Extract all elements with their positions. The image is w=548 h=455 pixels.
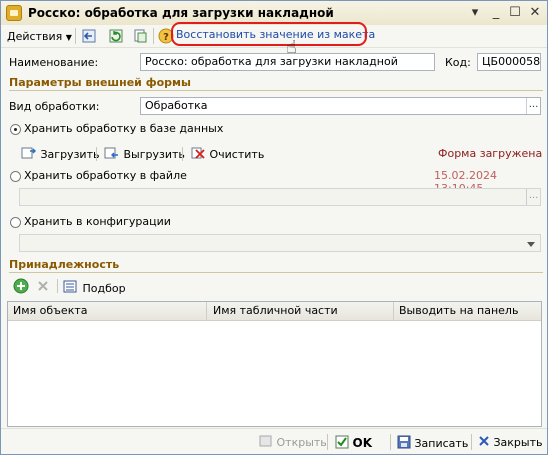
column-header-show-panel[interactable]: Выводить на панель: [399, 304, 518, 317]
footer-separator: [390, 434, 391, 450]
form-status: Форма загружена: [438, 147, 543, 160]
column-header-object-name[interactable]: Имя объекта: [13, 304, 88, 317]
ok-label: OK: [352, 436, 373, 450]
open-icon: [259, 435, 272, 447]
close-icon: [479, 436, 489, 446]
processing-type-label: Вид обработки:: [9, 100, 100, 113]
add-icon[interactable]: [13, 278, 29, 294]
unload-button[interactable]: Выгрузить: [104, 146, 185, 161]
clear-button[interactable]: Очистить: [190, 146, 264, 161]
params-section-title: Параметры внешней формы: [9, 76, 191, 89]
unload-icon: [104, 147, 118, 159]
affiliation-section-title: Принадлежность: [9, 258, 120, 271]
save-icon: [397, 435, 411, 449]
ok-button[interactable]: OK: [335, 435, 372, 450]
button-separator: [182, 147, 183, 161]
processing-type-field[interactable]: Обработка ...: [140, 97, 541, 115]
ok-icon: [335, 435, 349, 449]
close-label: Закрыть: [493, 436, 543, 449]
footer-bar: Открыть OK Записать Закрыть: [1, 428, 547, 454]
close-window-button[interactable]: ✕: [527, 5, 543, 21]
store-db-label: Хранить обработку в базе данных: [24, 122, 224, 135]
store-file-label: Хранить обработку в файле: [24, 169, 187, 182]
name-field[interactable]: Росско: обработка для загрузки накладной: [140, 53, 435, 71]
name-label: Наименование:: [9, 56, 99, 69]
open-button[interactable]: Открыть: [259, 435, 327, 449]
highlight-annotation: [171, 22, 367, 46]
actions-menu[interactable]: Действия ▼: [7, 30, 72, 43]
actions-label: Действия: [7, 30, 63, 43]
delete-icon[interactable]: [36, 279, 50, 293]
open-label: Открыть: [276, 436, 327, 449]
clear-icon: [191, 147, 205, 159]
refresh-icon[interactable]: [108, 28, 124, 44]
button-separator: [57, 279, 58, 293]
toolbar-separator: [153, 28, 154, 44]
column-separator[interactable]: [393, 302, 394, 320]
clear-label: Очистить: [209, 148, 265, 161]
processing-type-select-button[interactable]: ...: [526, 98, 540, 114]
copy-icon[interactable]: [132, 28, 148, 44]
store-file-radio[interactable]: [10, 171, 21, 182]
pick-button[interactable]: Подбор: [63, 280, 126, 295]
pick-label: Подбор: [82, 282, 126, 295]
load-label: Загрузить: [40, 148, 100, 161]
save-button[interactable]: Записать: [397, 435, 468, 450]
pick-icon: [63, 280, 77, 293]
file-path-select-button[interactable]: ...: [526, 189, 540, 205]
main-window: Росско: обработка для загрузки накладной…: [0, 0, 548, 455]
maximize-button[interactable]: ☐: [507, 5, 523, 21]
section-divider: [9, 90, 543, 91]
processing-type-value: Обработка: [145, 99, 208, 112]
column-separator[interactable]: [206, 302, 207, 320]
store-db-radio[interactable]: [10, 124, 21, 135]
store-config-radio[interactable]: [10, 217, 21, 228]
minimize-button[interactable]: _: [488, 5, 504, 21]
back-icon[interactable]: [81, 28, 97, 44]
load-icon: [21, 147, 36, 159]
save-label: Записать: [414, 437, 469, 450]
column-header-table-part[interactable]: Имя табличной части: [213, 304, 338, 317]
footer-separator: [327, 434, 328, 450]
footer-separator: [471, 434, 472, 450]
svg-text:?: ?: [163, 32, 169, 43]
table-header: Имя объекта Имя табличной части Выводить…: [8, 302, 541, 321]
button-separator: [96, 147, 97, 161]
affiliation-table[interactable]: Имя объекта Имя табличной части Выводить…: [7, 301, 542, 427]
code-field[interactable]: ЦБ000058: [477, 53, 541, 71]
load-button[interactable]: Загрузить: [21, 146, 99, 161]
config-select[interactable]: [19, 234, 541, 252]
chevron-down-icon[interactable]: [527, 242, 535, 247]
dropdown-icon: ▼: [65, 33, 72, 42]
unload-label: Выгрузить: [123, 148, 185, 161]
window-title: Росско: обработка для загрузки накладной: [28, 6, 334, 20]
close-button[interactable]: Закрыть: [478, 435, 543, 449]
store-config-label: Хранить в конфигурации: [24, 215, 171, 228]
window-menu-button[interactable]: ▾: [467, 5, 483, 21]
app-icon: [6, 5, 22, 21]
file-path-field[interactable]: ...: [19, 188, 541, 206]
toolbar-separator: [75, 28, 76, 44]
code-label: Код:: [445, 56, 471, 69]
section-divider: [9, 272, 543, 273]
